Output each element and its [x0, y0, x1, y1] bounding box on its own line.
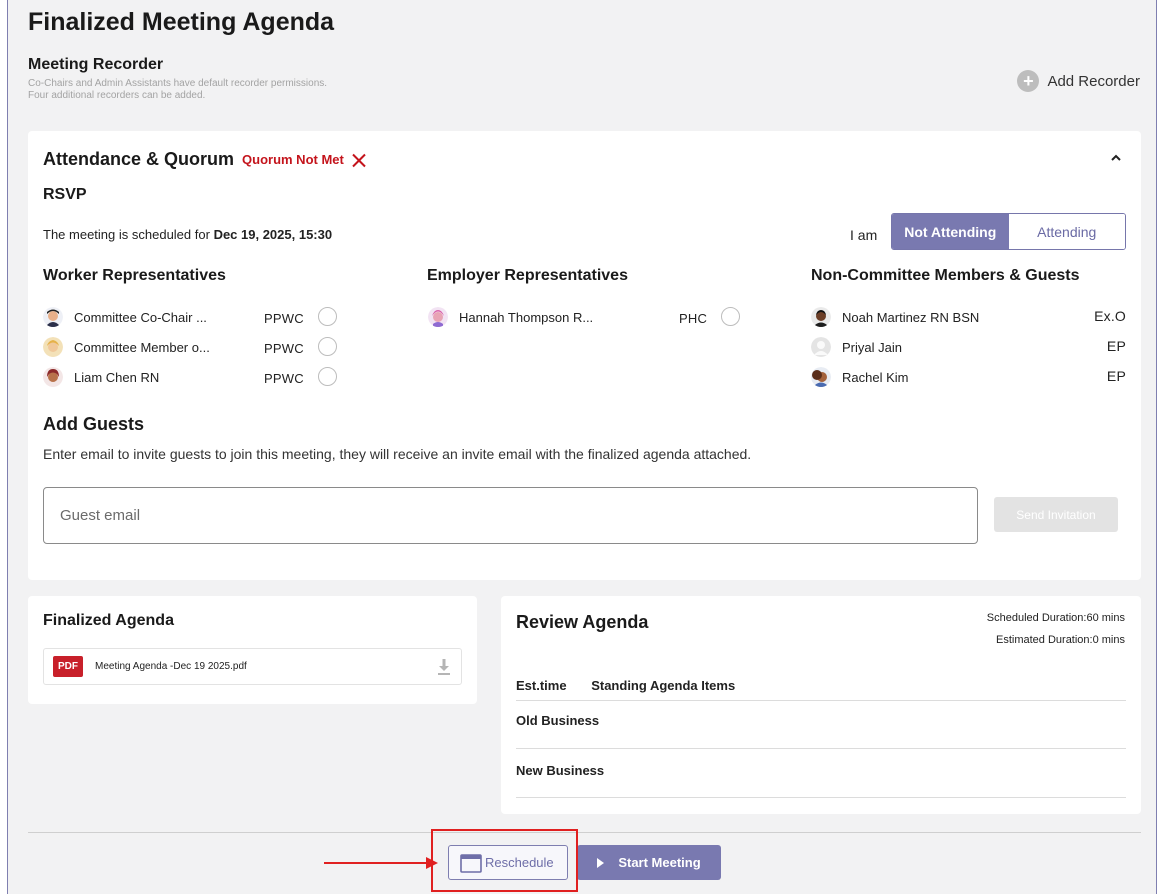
schedule-datetime: Dec 19, 2025, 15:30 [213, 227, 333, 242]
attendance-radio[interactable] [318, 367, 337, 386]
avatar [811, 307, 831, 327]
member-row: Noah Martinez RN BSN [811, 306, 979, 328]
employer-reps-title: Employer Representatives [427, 267, 628, 284]
add-recorder-label: Add Recorder [1047, 72, 1140, 90]
play-icon [597, 857, 605, 868]
member-name: Noah Martinez RN BSN [842, 309, 980, 325]
send-invitation-button[interactable]: Send Invitation [994, 497, 1118, 532]
finalized-agenda-card: Finalized Agenda PDF Meeting Agenda -Dec… [28, 596, 477, 704]
quorum-status: Quorum Not Met [242, 152, 344, 167]
col-standing-items: Standing Agenda Items [591, 678, 736, 693]
col-est-time: Est.time [516, 678, 567, 693]
add-guests-description: Enter email to invite guests to join thi… [43, 446, 752, 462]
agenda-row: Old Business [516, 713, 600, 728]
member-name: Rachel Kim [842, 369, 909, 385]
avatar [43, 367, 63, 387]
add-recorder-button[interactable]: + Add Recorder [1017, 70, 1140, 92]
member-name: Committee Member o... [74, 339, 210, 355]
estimated-duration: Estimated Duration:0 mins [996, 634, 1125, 646]
calendar-icon [460, 853, 482, 873]
member-name: Committee Co-Chair ... [74, 309, 207, 325]
agenda-row: New Business [516, 763, 605, 778]
schedule-text: The meeting is scheduled for Dec 19, 202… [43, 227, 332, 242]
attendance-card: Attendance & Quorum Quorum Not Met RSVP … [28, 131, 1141, 580]
attendance-radio[interactable] [318, 337, 337, 356]
attending-button[interactable]: Attending [1008, 214, 1125, 249]
worker-reps-title: Worker Representatives [43, 267, 226, 284]
add-guests-title: Add Guests [43, 414, 145, 434]
member-name: Liam Chen RN [74, 369, 160, 385]
footer-divider [28, 832, 1141, 833]
member-role: Ex.O [1094, 308, 1126, 324]
scheduled-duration: Scheduled Duration:60 mins [986, 612, 1125, 624]
close-icon [352, 153, 366, 167]
non-committee-title: Non-Committee Members & Guests [811, 267, 1080, 284]
attendance-radio[interactable] [721, 307, 740, 326]
avatar [811, 367, 831, 387]
start-meeting-button[interactable]: Start Meeting [577, 845, 721, 880]
page-title: Finalized Meeting Agenda [28, 8, 335, 36]
agenda-file-name: Meeting Agenda -Dec 19 2025.pdf [95, 661, 247, 672]
schedule-prefix: The meeting is scheduled for [43, 227, 210, 242]
attendance-radio[interactable] [318, 307, 337, 326]
attendance-title: Attendance & Quorum [43, 149, 235, 169]
review-agenda-card: Review Agenda Scheduled Duration:60 mins… [501, 596, 1141, 814]
avatar [811, 337, 831, 357]
member-org: PHC [679, 311, 708, 326]
member-role: EP [1106, 338, 1126, 354]
meeting-page: Finalized Meeting Agenda Meeting Recorde… [7, 0, 1157, 894]
annotation-arrow-icon [324, 857, 438, 869]
divider [516, 700, 1126, 701]
not-attending-button[interactable]: Not Attending [892, 214, 1009, 249]
member-org: PPWC [264, 371, 304, 386]
member-org: PPWC [264, 341, 304, 356]
attendance-header: Attendance & Quorum Quorum Not Met [43, 149, 366, 170]
member-row: Liam Chen RN [43, 366, 159, 388]
plus-circle-icon: + [1017, 70, 1040, 92]
divider [516, 797, 1126, 798]
meeting-recorder-note: Co-Chairs and Admin Assistants have defa… [28, 78, 328, 101]
avatar [43, 307, 63, 327]
avatar [43, 337, 63, 357]
reschedule-button[interactable]: Reschedule [448, 845, 568, 880]
divider [516, 748, 1126, 749]
member-row: Committee Co-Chair ... [43, 306, 207, 328]
reschedule-label: Reschedule [485, 855, 554, 870]
chevron-up-icon[interactable] [1111, 153, 1121, 163]
guest-email-input[interactable] [43, 487, 978, 544]
pdf-file-icon: PDF [53, 656, 83, 677]
member-role: EP [1106, 368, 1126, 384]
member-row: Hannah Thompson R... [428, 306, 593, 328]
member-org: PPWC [264, 311, 304, 326]
finalized-agenda-title: Finalized Agenda [43, 612, 174, 629]
member-row: Priyal Jain [811, 336, 902, 358]
i-am-label: I am [850, 227, 878, 243]
rsvp-label: RSVP [43, 186, 87, 203]
agenda-file-row[interactable]: PDF Meeting Agenda -Dec 19 2025.pdf [43, 648, 462, 685]
review-agenda-title: Review Agenda [516, 612, 649, 632]
start-meeting-label: Start Meeting [618, 855, 701, 870]
download-icon[interactable] [438, 659, 450, 675]
member-name: Hannah Thompson R... [459, 309, 594, 325]
attendance-toggle: Not Attending Attending [891, 213, 1126, 250]
agenda-table-header: Est.time Standing Agenda Items [516, 678, 735, 693]
meeting-recorder-title: Meeting Recorder [28, 56, 164, 73]
member-row: Rachel Kim [811, 366, 908, 388]
member-row: Committee Member o... [43, 336, 210, 358]
member-name: Priyal Jain [842, 339, 902, 355]
avatar [428, 307, 448, 327]
